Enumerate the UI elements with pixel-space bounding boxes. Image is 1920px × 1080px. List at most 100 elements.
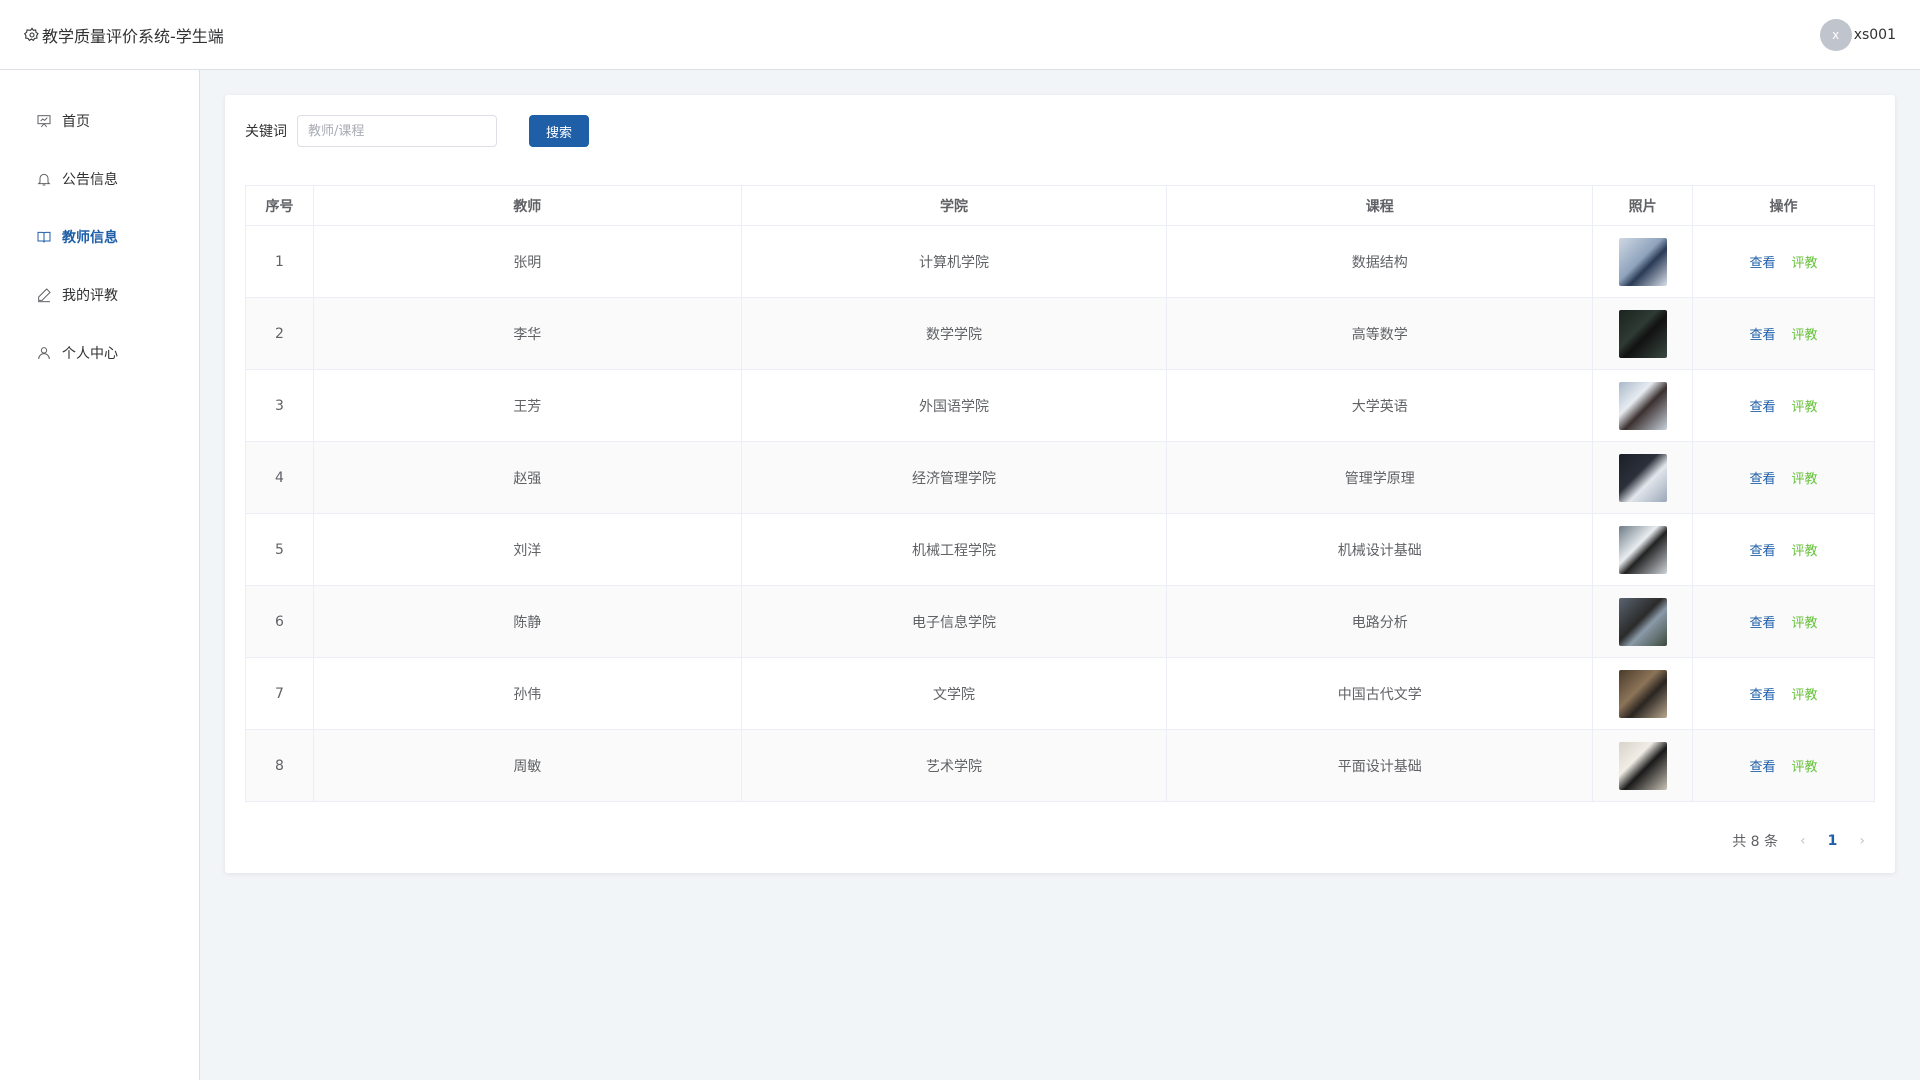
view-button[interactable]: 查看 xyxy=(1750,472,1776,487)
cell-course: 平面设计基础 xyxy=(1166,729,1594,802)
teacher-photo xyxy=(1618,597,1667,646)
sidebar-item-label: 公告信息 xyxy=(62,172,118,188)
cell-college: 艺术学院 xyxy=(740,729,1168,802)
cell-course: 机械设计基础 xyxy=(1166,513,1594,586)
cell-college: 数学学院 xyxy=(740,297,1168,370)
column-header: 照片 xyxy=(1592,185,1694,226)
search-button[interactable]: 搜索 xyxy=(529,115,589,147)
column-header: 学院 xyxy=(740,185,1168,226)
cell-teacher: 李华 xyxy=(312,297,742,370)
teacher-photo xyxy=(1618,525,1667,574)
cell-course: 数据结构 xyxy=(1166,225,1594,298)
evaluate-button[interactable]: 评教 xyxy=(1792,472,1818,487)
table-row: 8 周敏 艺术学院 平面设计基础 查看 评教 xyxy=(245,729,1875,802)
cell-course: 高等数学 xyxy=(1166,297,1594,370)
view-button[interactable]: 查看 xyxy=(1750,616,1776,631)
cell-actions: 查看 评教 xyxy=(1692,441,1875,514)
table-row: 2 李华 数学学院 高等数学 查看 评教 xyxy=(245,297,1875,370)
evaluate-button[interactable]: 评教 xyxy=(1792,400,1818,415)
evaluate-button[interactable]: 评教 xyxy=(1792,328,1818,343)
page-number[interactable]: 1 xyxy=(1828,833,1838,849)
cell-college: 文学院 xyxy=(740,657,1168,730)
column-header: 序号 xyxy=(245,185,314,226)
cell-photo xyxy=(1592,729,1694,802)
cell-no: 4 xyxy=(245,441,314,514)
cell-teacher: 陈静 xyxy=(312,585,742,658)
evaluate-button[interactable]: 评教 xyxy=(1792,256,1818,271)
table-row: 1 张明 计算机学院 数据结构 查看 评教 xyxy=(245,225,1875,298)
pagination: 共 8 条 ‹ 1 › xyxy=(1732,831,1865,851)
search-label: 关键词 xyxy=(245,124,287,140)
view-button[interactable]: 查看 xyxy=(1750,256,1776,271)
evaluate-button[interactable]: 评教 xyxy=(1792,688,1818,703)
teacher-photo xyxy=(1618,453,1667,502)
cell-no: 2 xyxy=(245,297,314,370)
cell-no: 3 xyxy=(245,369,314,442)
cell-no: 7 xyxy=(245,657,314,730)
next-page-button[interactable]: › xyxy=(1859,833,1865,849)
cell-teacher: 赵强 xyxy=(312,441,742,514)
cell-college: 外国语学院 xyxy=(740,369,1168,442)
cell-actions: 查看 评教 xyxy=(1692,657,1875,730)
sidebar-item-my-evaluations[interactable]: 我的评教 xyxy=(0,266,199,324)
prev-page-button[interactable]: ‹ xyxy=(1800,833,1806,849)
table-row: 5 刘洋 机械工程学院 机械设计基础 查看 评教 xyxy=(245,513,1875,586)
sidebar-item-teachers[interactable]: 教师信息 xyxy=(0,208,199,266)
sidebar-item-label: 教师信息 xyxy=(62,230,118,246)
user-menu[interactable]: x xs001 xyxy=(1819,18,1896,51)
sidebar-item-announcements[interactable]: 公告信息 xyxy=(0,150,199,208)
table-row: 6 陈静 电子信息学院 电路分析 查看 评教 xyxy=(245,585,1875,658)
sidebar-item-profile[interactable]: 个人中心 xyxy=(0,324,199,382)
pen-icon xyxy=(38,288,51,303)
top-header: 教学质量评价系统-学生端 x xs001 xyxy=(0,0,1920,70)
table-row: 3 王芳 外国语学院 大学英语 查看 评教 xyxy=(245,369,1875,442)
user-icon xyxy=(38,347,50,360)
view-button[interactable]: 查看 xyxy=(1750,328,1776,343)
cell-teacher: 王芳 xyxy=(312,369,742,442)
table-row: 7 孙伟 文学院 中国古代文学 查看 评教 xyxy=(245,657,1875,730)
teacher-photo xyxy=(1618,741,1667,790)
view-button[interactable]: 查看 xyxy=(1750,760,1776,775)
column-header: 教师 xyxy=(312,185,742,226)
view-button[interactable]: 查看 xyxy=(1750,688,1776,703)
cell-no: 8 xyxy=(245,729,314,802)
cell-no: 6 xyxy=(245,585,314,658)
cell-teacher: 周敏 xyxy=(312,729,742,802)
sidebar-item-label: 首页 xyxy=(62,114,90,130)
cell-college: 机械工程学院 xyxy=(740,513,1168,586)
teacher-photo xyxy=(1618,669,1667,718)
column-header: 课程 xyxy=(1166,185,1594,226)
cell-teacher: 刘洋 xyxy=(312,513,742,586)
cell-actions: 查看 评教 xyxy=(1692,729,1875,802)
cell-course: 管理学原理 xyxy=(1166,441,1594,514)
sidebar-item-label: 个人中心 xyxy=(62,346,118,362)
book-icon xyxy=(37,231,51,243)
cell-photo xyxy=(1592,513,1694,586)
sidebar-item-home[interactable]: 首页 xyxy=(0,92,199,150)
teacher-photo xyxy=(1618,381,1667,430)
sidebar: 首页 公告信息 教师信息 我的评教 个人中心 xyxy=(0,70,200,1080)
cell-photo xyxy=(1592,657,1694,730)
cell-teacher: 张明 xyxy=(312,225,742,298)
table-row: 4 赵强 经济管理学院 管理学原理 查看 评教 xyxy=(245,441,1875,514)
teacher-photo xyxy=(1618,237,1667,286)
gear-icon xyxy=(24,26,39,41)
search-input[interactable] xyxy=(297,115,497,147)
cell-photo xyxy=(1592,369,1694,442)
cell-photo xyxy=(1592,441,1694,514)
bell-icon xyxy=(37,173,51,186)
avatar[interactable]: x xyxy=(1819,18,1852,51)
view-button[interactable]: 查看 xyxy=(1750,544,1776,559)
teacher-photo xyxy=(1618,309,1667,358)
teacher-list-card: 关键词 搜索 序号 教师 学院 课程 照片 操作 1 张明 计算机学院 数据结构… xyxy=(225,95,1895,873)
evaluate-button[interactable]: 评教 xyxy=(1792,544,1818,559)
evaluate-button[interactable]: 评教 xyxy=(1792,616,1818,631)
cell-teacher: 孙伟 xyxy=(312,657,742,730)
user-name[interactable]: xs001 xyxy=(1854,27,1896,43)
evaluate-button[interactable]: 评教 xyxy=(1792,760,1818,775)
cell-no: 1 xyxy=(245,225,314,298)
cell-college: 计算机学院 xyxy=(740,225,1168,298)
view-button[interactable]: 查看 xyxy=(1750,400,1776,415)
presentation-icon xyxy=(37,115,51,128)
column-header: 操作 xyxy=(1692,185,1875,226)
